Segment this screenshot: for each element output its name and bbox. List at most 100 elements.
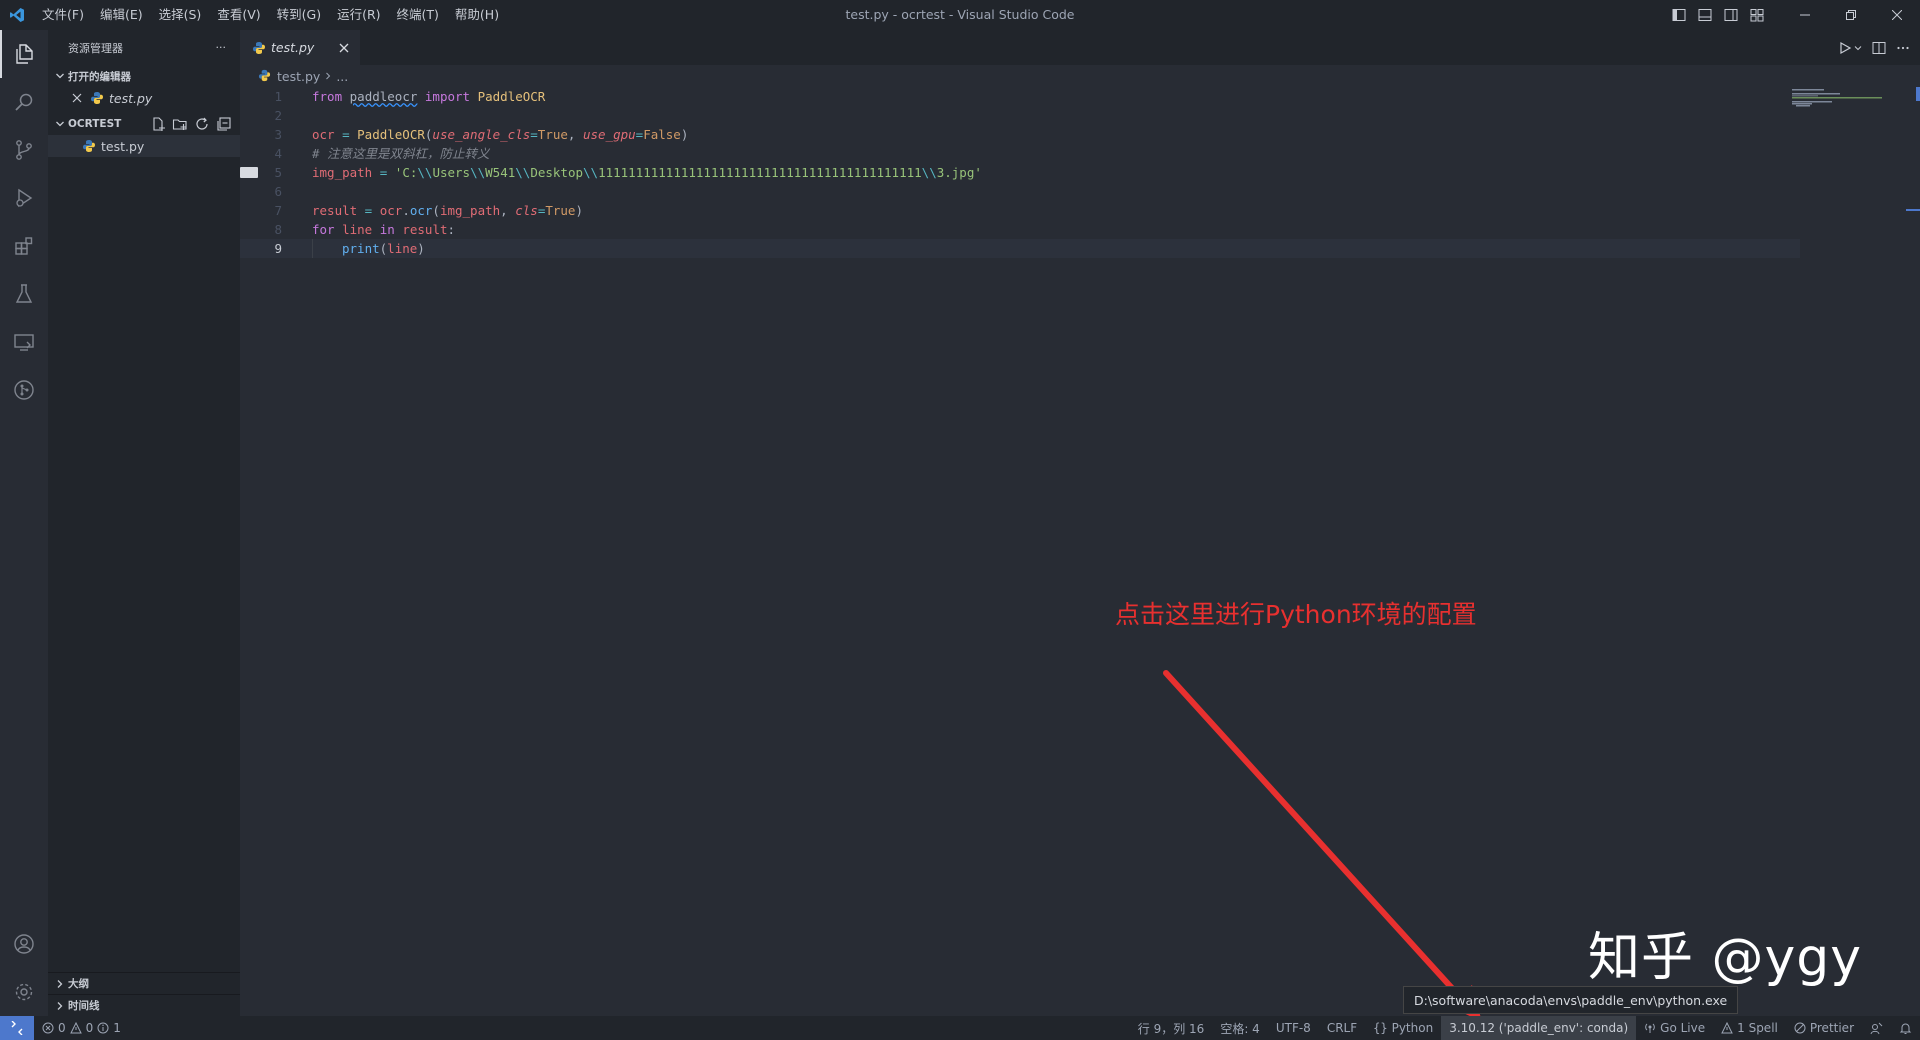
- breadcrumb-more[interactable]: ...: [336, 69, 348, 84]
- cursor-position[interactable]: 行 9，列 16: [1130, 1016, 1213, 1040]
- code-token: import: [424, 89, 471, 104]
- warning-icon: [1721, 1022, 1733, 1034]
- breadcrumb: test.py ...: [240, 65, 1920, 87]
- line-number: 6: [274, 184, 282, 199]
- title-bar: 文件(F) 编辑(E) 选择(S) 查看(V) 转到(G) 运行(R) 终端(T…: [0, 0, 1920, 30]
- close-icon[interactable]: [336, 40, 352, 56]
- code-token: True: [537, 127, 568, 142]
- prettier-status[interactable]: Prettier: [1786, 1016, 1862, 1040]
- line-number: 8: [274, 222, 282, 237]
- close-window-button[interactable]: [1874, 0, 1920, 30]
- menu-file[interactable]: 文件(F): [34, 0, 92, 30]
- customize-layout-icon[interactable]: [1746, 4, 1768, 26]
- feedback-icon[interactable]: [1862, 1016, 1891, 1040]
- remote-explorer-icon[interactable]: [0, 318, 48, 366]
- account-icon[interactable]: [0, 920, 48, 968]
- code-editor[interactable]: 1 from paddleocr import PaddleOCR 2 3 ocr …: [240, 87, 1800, 258]
- go-live-button[interactable]: Go Live: [1636, 1016, 1713, 1040]
- menu-terminal[interactable]: 终端(T): [389, 0, 447, 30]
- settings-gear-icon[interactable]: [0, 968, 48, 1016]
- problems-status[interactable]: 0 0 1: [34, 1016, 129, 1040]
- minimize-button[interactable]: [1782, 0, 1828, 30]
- braces-icon: {}: [1373, 1021, 1388, 1035]
- explorer-title: 资源管理器: [68, 41, 123, 55]
- chevron-down-icon: [52, 119, 68, 129]
- open-editor-item[interactable]: test.py: [48, 87, 240, 109]
- toggle-secondary-sidebar-icon[interactable]: [1720, 4, 1742, 26]
- search-icon[interactable]: [0, 78, 48, 126]
- go-live-label: Go Live: [1660, 1021, 1706, 1035]
- code-token: paddleocr: [349, 89, 418, 104]
- source-control-icon[interactable]: [0, 126, 48, 174]
- vertical-scrollbar[interactable]: [1906, 87, 1920, 1016]
- close-icon[interactable]: [72, 93, 86, 103]
- error-count: 0: [58, 1021, 66, 1035]
- testing-icon[interactable]: [0, 270, 48, 318]
- code-token: Users: [432, 165, 471, 180]
- minimap[interactable]: [1792, 87, 1902, 127]
- collapse-all-icon[interactable]: [216, 116, 232, 132]
- menu-selection[interactable]: 选择(S): [151, 0, 210, 30]
- info-icon: [97, 1022, 109, 1034]
- explorer-more-actions[interactable]: ···: [216, 41, 227, 54]
- eol-status[interactable]: CRLF: [1319, 1016, 1365, 1040]
- run-debug-icon[interactable]: [0, 174, 48, 222]
- menu-run[interactable]: 运行(R): [329, 0, 388, 30]
- spell-check-status[interactable]: 1 Spell: [1713, 1016, 1786, 1040]
- menu-bar: 文件(F) 编辑(E) 选择(S) 查看(V) 转到(G) 运行(R) 终端(T…: [34, 0, 507, 30]
- remote-indicator-icon[interactable]: [0, 1016, 34, 1040]
- more-actions-icon[interactable]: [1896, 41, 1910, 55]
- code-token: from: [312, 89, 343, 104]
- code-token: PaddleOCR: [477, 89, 546, 104]
- menu-help[interactable]: 帮助(H): [447, 0, 507, 30]
- toggle-panel-icon[interactable]: [1694, 4, 1716, 26]
- gutter-hint-icon[interactable]: [240, 167, 258, 178]
- split-editor-icon[interactable]: [1872, 41, 1886, 55]
- extensions-icon[interactable]: [0, 222, 48, 270]
- line-number: 2: [274, 108, 282, 123]
- code-token: False: [643, 127, 681, 142]
- code-token: result: [312, 203, 358, 218]
- code-token: True: [545, 203, 576, 218]
- broadcast-icon: [1644, 1022, 1656, 1034]
- menu-view[interactable]: 查看(V): [209, 0, 268, 30]
- code-token: \\: [583, 165, 599, 180]
- run-python-file-icon[interactable]: [1838, 41, 1862, 55]
- refresh-icon[interactable]: [194, 116, 210, 132]
- line-number: 3: [274, 127, 282, 142]
- menu-go[interactable]: 转到(G): [269, 0, 329, 30]
- prettier-label: Prettier: [1809, 1021, 1854, 1035]
- new-file-icon[interactable]: [150, 116, 166, 132]
- code-line: 6: [240, 182, 1800, 201]
- chevron-down-icon: [52, 71, 68, 81]
- outline-section[interactable]: 大纲: [48, 972, 240, 994]
- python-interpreter-selector[interactable]: 3.10.12 ('paddle_env': conda): [1441, 1016, 1637, 1040]
- tab-test-py[interactable]: test.py: [240, 30, 360, 65]
- toggle-primary-sidebar-icon[interactable]: [1668, 4, 1690, 26]
- breadcrumb-file[interactable]: test.py: [277, 69, 320, 84]
- code-token: ocr: [312, 127, 335, 142]
- folder-section[interactable]: OCRTEST: [48, 113, 240, 135]
- code-token: ocr: [409, 203, 433, 218]
- code-token: line: [387, 241, 418, 256]
- line-number: 7: [274, 203, 282, 218]
- menu-edit[interactable]: 编辑(E): [92, 0, 151, 30]
- language-mode[interactable]: {} Python: [1365, 1016, 1441, 1040]
- explorer-icon[interactable]: [0, 30, 48, 78]
- warning-icon: [69, 1022, 82, 1034]
- restore-button[interactable]: [1828, 0, 1874, 30]
- code-token: Desktop: [530, 165, 583, 180]
- folder-file-item[interactable]: test.py: [48, 135, 240, 157]
- interpreter-path-tooltip: D:\software\anacoda\envs\paddle_env\pyth…: [1403, 986, 1739, 1014]
- python-file-icon: [258, 69, 272, 83]
- indentation-status[interactable]: 空格: 4: [1212, 1016, 1268, 1040]
- notifications-bell-icon[interactable]: [1891, 1016, 1920, 1040]
- language-label: Python: [1391, 1021, 1434, 1035]
- code-token: result: [402, 222, 448, 237]
- timeline-section[interactable]: 时间线: [48, 994, 240, 1016]
- git-graph-icon[interactable]: [0, 366, 48, 414]
- open-editors-section[interactable]: 打开的编辑器: [48, 65, 240, 87]
- encoding-status[interactable]: UTF-8: [1268, 1016, 1319, 1040]
- new-folder-icon[interactable]: [172, 116, 188, 132]
- python-file-icon: [82, 139, 96, 153]
